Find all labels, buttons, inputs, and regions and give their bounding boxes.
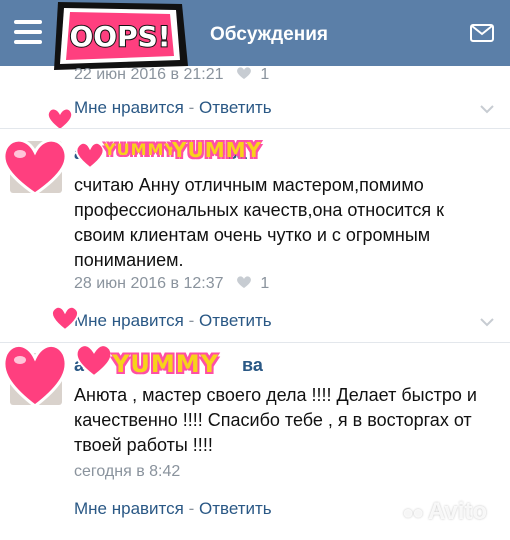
comment-meta: 22 июн 2016 в 21:21 1 [74,66,269,84]
reply-link[interactable]: Ответить [199,499,272,518]
comment-actions: Мне нравится - Ответить [74,311,272,330]
like-link[interactable]: Мне нравится [74,499,184,518]
avito-watermark: ●● Avito [402,498,488,525]
avito-dots-icon: ●● [402,502,424,524]
like-heart-icon[interactable] [236,66,252,80]
heart-sticker-icon [2,138,68,196]
comment-actions: Мне нравится - Ответить [74,98,272,117]
comment-meta: 28 июн 2016 в 12:37 1 [74,275,269,293]
heart-sticker-icon [75,344,113,378]
comment-date: 28 июн 2016 в 12:37 [74,275,224,292]
reply-link[interactable]: Ответить [199,98,272,117]
heart-sticker-icon [50,305,80,332]
chevron-down-icon[interactable] [480,104,494,114]
chevron-down-icon[interactable] [480,317,494,327]
reply-link[interactable]: Ответить [199,311,272,330]
comment-text: считаю Анну отличным мастером,помимо про… [74,175,444,270]
yummy-sticker: YUMMY [172,138,263,162]
comment-text: Анюта , мастер своего дела !!!! Делает б… [74,385,477,455]
like-count: 1 [260,66,270,83]
heart-sticker-icon [75,141,105,170]
hamburger-menu-icon[interactable] [14,20,42,44]
like-link[interactable]: Мне нравится [74,98,184,117]
comment-date: 22 июн 2016 в 21:21 [74,66,224,83]
heart-sticker-icon [2,344,68,408]
comment-item: 22 июн 2016 в 21:21 1 Мне нравится - Отв… [0,66,510,126]
oops-sticker: OOPS! [54,2,188,70]
mail-icon[interactable] [470,24,494,42]
comment-date: сегодня в 8:42 [74,463,181,480]
yummy-sticker: YUMMY [112,350,220,378]
yummy-sticker: YUMMY [104,140,178,159]
like-count: 1 [260,275,270,292]
like-link[interactable]: Мне нравится [74,311,184,330]
like-heart-icon[interactable] [236,275,252,289]
oops-label: OOPS! [69,20,170,53]
page-title: Обсуждения [210,24,328,45]
comment-actions: Мне нравится - Ответить [74,499,272,518]
